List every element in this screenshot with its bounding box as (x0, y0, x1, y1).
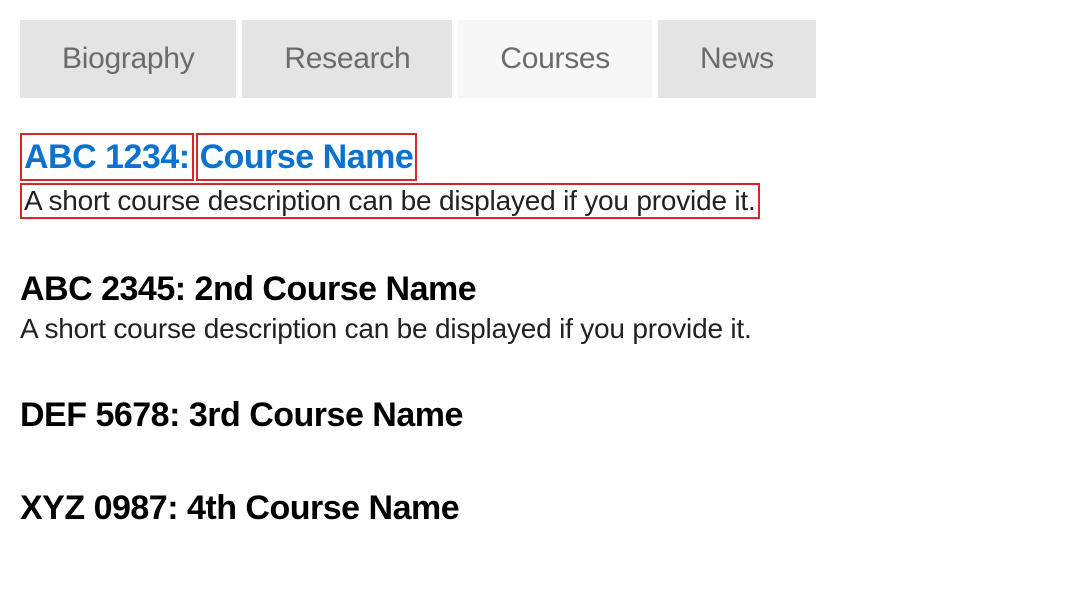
course-title-link[interactable]: ABC 1234:Course Name (20, 133, 1071, 181)
course-item: ABC 2345: 2nd Course Name A short course… (20, 267, 1071, 345)
course-code: DEF 5678: (20, 393, 180, 437)
course-code: ABC 2345: (20, 267, 186, 311)
course-item: ABC 1234:Course Name A short course desc… (20, 133, 1071, 219)
tab-biography[interactable]: Biography (20, 20, 236, 98)
course-description: A short course description can be displa… (20, 313, 1071, 345)
tab-courses[interactable]: Courses (458, 20, 652, 98)
course-description: A short course description can be displa… (20, 183, 760, 219)
course-name: 3rd Course Name (189, 393, 463, 437)
course-title: XYZ 0987: 4th Course Name (20, 486, 1071, 530)
course-item: DEF 5678: 3rd Course Name (20, 393, 1071, 437)
course-title: DEF 5678: 3rd Course Name (20, 393, 1071, 437)
tab-bar: Biography Research Courses News (20, 20, 1071, 98)
tab-research[interactable]: Research (242, 20, 452, 98)
course-title: ABC 2345: 2nd Course Name (20, 267, 1071, 311)
course-name: 4th Course Name (187, 486, 459, 530)
course-list: ABC 1234:Course Name A short course desc… (20, 133, 1071, 530)
course-code: ABC 1234: (20, 133, 194, 181)
course-name: Course Name (196, 133, 418, 181)
course-item: XYZ 0987: 4th Course Name (20, 486, 1071, 530)
tab-news[interactable]: News (658, 20, 816, 98)
course-code: XYZ 0987: (20, 486, 178, 530)
course-name: 2nd Course Name (195, 267, 477, 311)
